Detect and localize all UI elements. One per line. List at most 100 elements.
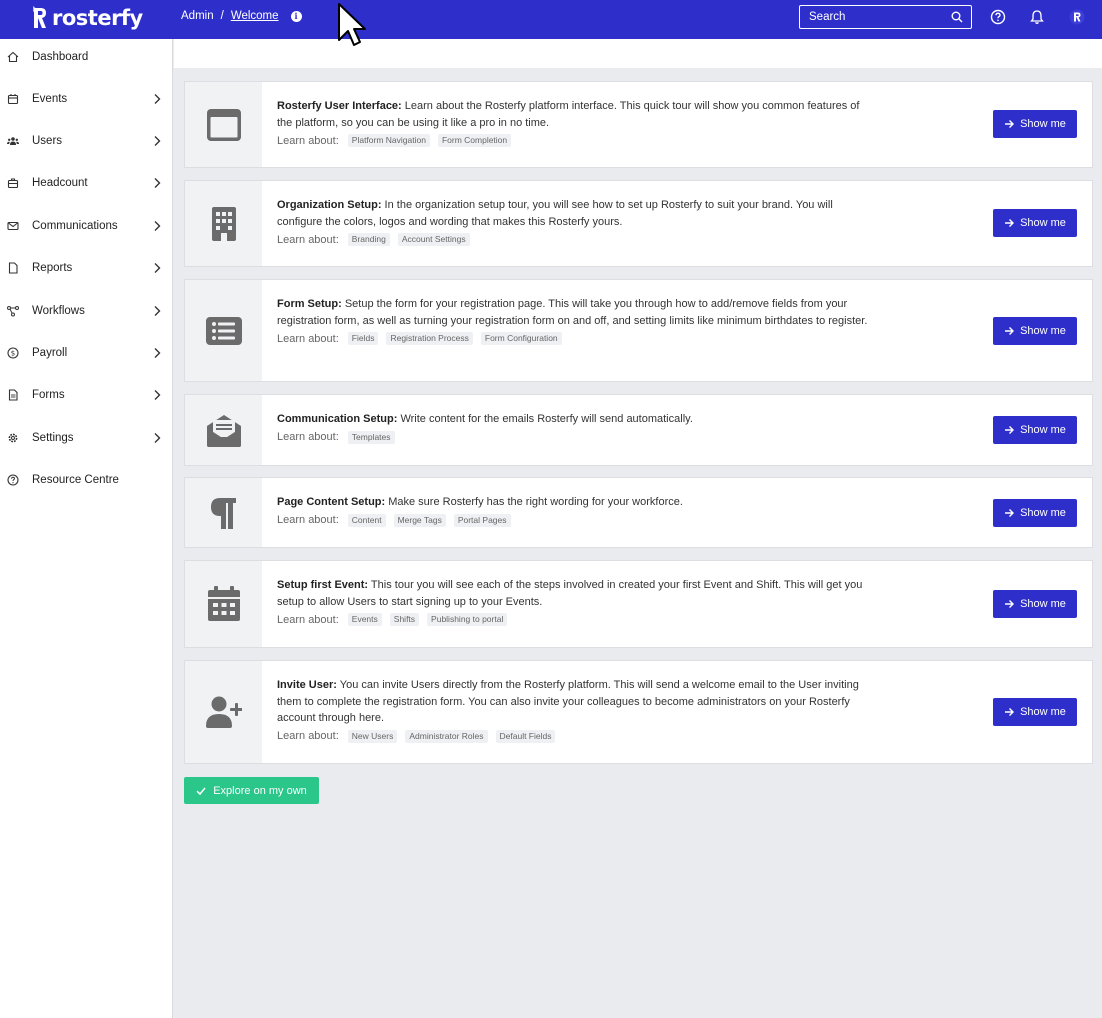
learn-about: Learn about: New Users Administrator Rol… [277,729,871,743]
tour-card-invite-user: Invite User: You can invite Users direct… [184,660,1093,764]
show-me-button[interactable]: Show me [993,110,1077,138]
chevron-right-icon [154,221,161,231]
icon-cell [185,280,262,381]
tag: Branding [347,233,390,246]
bell-icon[interactable] [1029,9,1045,25]
tour-card-first-event: Setup first Event: This tour you will se… [184,560,1093,648]
learn-about: Learn about: Fields Registration Process… [277,332,871,345]
sidebar-item-events[interactable]: Events [0,86,172,112]
tag: Events [347,613,382,626]
tour-title: Form Setup: [277,298,342,310]
sidebar-item-label: Forms [32,389,65,401]
chevron-right-icon [154,136,161,146]
tag: Platform Navigation [347,134,430,147]
show-me-button[interactable]: Show me [993,209,1077,237]
chevron-right-icon [154,348,161,358]
briefcase-icon [7,178,19,189]
learn-about-label: Learn about: [277,233,339,246]
sidebar-item-payroll[interactable]: $ Payroll [0,340,172,366]
show-me-label: Show me [1020,118,1066,130]
tag: Fields [347,332,379,345]
envelope-open-icon [206,415,241,447]
show-me-button[interactable]: Show me [993,499,1077,527]
explore-label: Explore on my own [213,784,307,797]
tag: Merge Tags [393,513,446,527]
show-me-label: Show me [1020,706,1066,718]
sidebar-item-label: Settings [32,432,74,444]
sidebar: Dashboard Events Users Headcount Communi… [0,39,173,1018]
tour-description: Form Setup: Setup the form for your regi… [277,296,871,329]
tour-description: Organization Setup: In the organization … [277,197,871,230]
tour-content: Page Content Setup: Make sure Rosterfy h… [277,494,871,527]
file-icon [8,262,18,274]
tag: Registration Process [386,332,473,345]
tour-text: Write content for the emails Rosterfy wi… [397,413,693,425]
tour-description: Setup first Event: This tour you will se… [277,577,871,610]
tour-title: Setup first Event: [277,579,369,591]
calendar-grid-icon [207,586,240,621]
tag: Default Fields [495,729,556,743]
sidebar-item-resource-centre[interactable]: Resource Centre [0,467,172,493]
learn-about-label: Learn about: [277,730,339,742]
breadcrumb-current[interactable]: Welcome [231,10,279,22]
tour-title: Page Content Setup: [277,496,386,508]
tour-title: Invite User: [277,679,337,691]
help-icon[interactable] [990,9,1006,25]
icon-cell [185,661,262,763]
paragraph-icon [210,497,236,529]
chevron-right-icon [154,433,161,443]
learn-about: Learn about: Branding Account Settings [277,233,871,246]
sidebar-item-workflows[interactable]: Workflows [0,298,172,324]
tour-description: Page Content Setup: Make sure Rosterfy h… [277,494,871,511]
search-icon[interactable] [951,11,963,23]
show-me-button[interactable]: Show me [993,416,1077,444]
sidebar-item-users[interactable]: Users [0,128,172,154]
sidebar-item-communications[interactable]: Communications [0,213,172,239]
explore-on-my-own-button[interactable]: Explore on my own [184,777,319,804]
user-avatar-icon[interactable] [1069,9,1085,25]
show-me-button[interactable]: Show me [993,698,1077,726]
arrow-right-icon [1005,600,1015,608]
sidebar-item-forms[interactable]: Forms [0,382,172,408]
tour-content: Rosterfy User Interface: Learn about the… [277,98,871,147]
sidebar-item-settings[interactable]: Settings [0,425,172,451]
tag: Account Settings [397,233,470,246]
arrow-right-icon [1005,219,1015,227]
search-box [799,5,972,29]
chevron-right-icon [154,94,161,104]
icon-cell [185,561,262,647]
learn-about-label: Learn about: [277,514,339,526]
sidebar-item-headcount[interactable]: Headcount [0,170,172,196]
learn-about: Learn about: Platform Navigation Form Co… [277,134,871,147]
tour-text: Setup the form for your registration pag… [277,298,868,327]
icon-cell [185,395,262,465]
sidebar-item-dashboard[interactable]: Dashboard [0,44,172,70]
show-me-label: Show me [1020,217,1066,229]
dollar-icon: $ [7,347,19,359]
arrow-right-icon [1005,327,1015,335]
tour-content: Invite User: You can invite Users direct… [277,677,871,743]
learn-about: Learn about: Templates [277,430,871,444]
users-icon [7,137,19,145]
logo-text: rosterfy [52,6,143,30]
show-me-button[interactable]: Show me [993,590,1077,618]
tour-card-organization-setup: Organization Setup: In the organization … [184,180,1093,267]
tag: Templates [347,430,395,444]
window-icon [206,108,241,141]
sidebar-item-label: Events [32,93,68,105]
tour-content: Organization Setup: In the organization … [277,197,871,246]
sidebar-item-reports[interactable]: Reports [0,255,172,281]
learn-about-label: Learn about: [277,431,339,443]
show-me-label: Show me [1020,507,1066,519]
tour-description: Rosterfy User Interface: Learn about the… [277,98,871,131]
home-icon [7,51,19,63]
question-icon [7,474,19,486]
tour-text: Make sure Rosterfy has the right wording… [385,496,683,508]
rosterfy-logo[interactable]: rosterfy [32,4,143,32]
sidebar-item-label: Communications [32,220,118,232]
tag: Publishing to portal [427,613,508,626]
breadcrumb-root[interactable]: Admin [181,10,214,22]
search-input[interactable] [800,6,971,28]
show-me-button[interactable]: Show me [993,317,1077,345]
info-icon[interactable]: i [290,10,302,22]
